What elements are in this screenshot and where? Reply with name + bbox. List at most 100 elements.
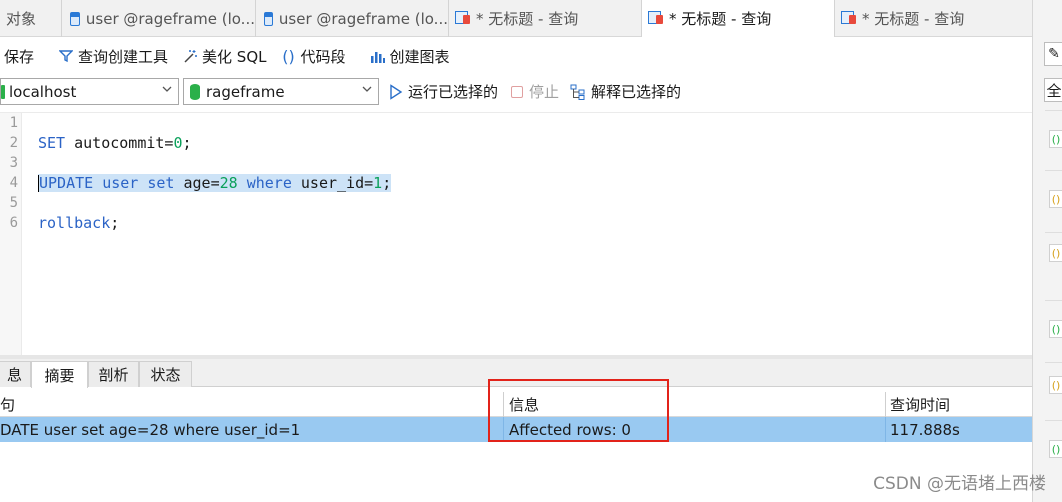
column-header-query[interactable]: 句 [0, 392, 500, 417]
right-side-panel: ✎ 全 () () () () () () [1032, 0, 1062, 502]
beautify-sql-button[interactable]: 美化 SQL [182, 42, 267, 70]
database-value: rageframe [206, 82, 285, 101]
chevron-down-icon [162, 86, 172, 92]
grid-header-row: 句 信息 查询时间 [0, 392, 1032, 417]
snippet-icon[interactable]: () [1049, 376, 1062, 394]
column-divider [885, 417, 886, 442]
separator [1045, 420, 1062, 421]
play-icon [390, 83, 403, 100]
code-line-4-selected: UPDATE user set age=28 where user_id=1; [38, 174, 392, 192]
tab-untitled-query-3[interactable]: * 无标题 - 查询 [835, 0, 1032, 37]
sql-number: 1 [373, 174, 383, 192]
query-icon [648, 11, 663, 26]
cell-value: DATE user set age=28 where user_id=1 [0, 420, 301, 439]
line-number: 6 [9, 215, 18, 231]
column-divider [885, 392, 886, 417]
tab-profile[interactable]: 剖析 [88, 361, 139, 387]
sql-editor[interactable]: 1 2 3 4 5 6 SET autocommit=0; UPDATE use… [0, 112, 1032, 356]
save-button[interactable]: 保存 [4, 42, 34, 70]
database-select[interactable]: rageframe [183, 78, 379, 105]
sql-text: ; [110, 214, 120, 232]
tab-untitled-query-active[interactable]: * 无标题 - 查询 [642, 0, 835, 37]
select-all-button[interactable]: 全 [1044, 78, 1062, 102]
run-selected-button[interactable]: 运行已选择的 [389, 81, 498, 102]
sql-number: 0 [173, 134, 183, 152]
explain-selected-label: 解释已选择的 [591, 83, 682, 101]
line-number-gutter: 1 2 3 4 5 6 [0, 113, 22, 356]
magic-wand-icon [182, 48, 198, 64]
sql-keyword: SET [38, 134, 66, 152]
stop-button[interactable]: 停止 [511, 81, 559, 102]
cell-query-time[interactable]: 117.888s [890, 417, 1030, 442]
table-icon [70, 11, 80, 26]
tab-message[interactable]: 息 [0, 361, 31, 387]
column-header-time[interactable]: 查询时间 [890, 392, 1030, 417]
stop-label: 停止 [529, 83, 560, 101]
tab-status[interactable]: 状态 [139, 361, 192, 387]
create-chart-button[interactable]: 创建图表 [370, 42, 450, 70]
column-divider [503, 392, 504, 417]
select-all-label: 全 [1046, 81, 1062, 100]
save-label: 保存 [4, 47, 35, 66]
cell-value: Affected rows: 0 [509, 420, 631, 439]
tab-user-table-1[interactable]: user @rageframe (lo... [62, 0, 256, 37]
edit-icon[interactable]: ✎ [1044, 42, 1062, 66]
line-number: 2 [9, 135, 18, 151]
tab-label: * 无标题 - 查询 [476, 10, 579, 28]
bar-chart-icon [370, 48, 386, 64]
snippet-icon[interactable]: () [1049, 320, 1062, 338]
code-snippet-button[interactable]: () 代码段 [281, 42, 345, 70]
query-icon [841, 11, 856, 26]
tab-label: 剖析 [98, 366, 129, 384]
snippet-icon[interactable]: () [1049, 130, 1062, 148]
tab-label: 息 [6, 366, 22, 384]
tab-user-table-2[interactable]: user @rageframe (lo... [256, 0, 449, 37]
cell-info[interactable]: Affected rows: 0 [509, 417, 879, 442]
tab-label: * 无标题 - 查询 [669, 10, 772, 28]
line-number: 5 [9, 195, 18, 211]
tab-label: user @rageframe (lo... [85, 9, 255, 28]
code-line-6: rollback; [38, 214, 119, 232]
explain-selected-button[interactable]: 解释已选择的 [570, 81, 681, 102]
query-icon [455, 11, 470, 26]
connection-row: localhost rageframe 运行已选择的 停止 解释已选择的 [0, 75, 1032, 110]
snippet-icon[interactable]: () [1049, 440, 1062, 458]
tab-untitled-query-1[interactable]: * 无标题 - 查询 [449, 0, 642, 37]
separator [1045, 300, 1062, 301]
line-number: 3 [9, 155, 18, 171]
header-label: 信息 [509, 396, 540, 414]
sql-number: 28 [219, 174, 238, 192]
server-select[interactable]: localhost [0, 78, 179, 105]
query-builder-icon [58, 48, 74, 64]
snippet-icon[interactable]: () [1049, 190, 1062, 208]
sql-keyword: where [246, 174, 292, 192]
result-tab-bar: 息 摘要 剖析 状态 [0, 359, 1032, 388]
chart-label: 创建图表 [389, 47, 450, 66]
query-builder-button[interactable]: 查询创建工具 [58, 42, 168, 70]
tab-summary[interactable]: 摘要 [31, 361, 88, 388]
snippet-icon[interactable]: () [1049, 244, 1062, 262]
column-header-info[interactable]: 信息 [509, 392, 879, 417]
sql-keyword: UPDATE [39, 174, 94, 192]
tab-objects[interactable]: 对象 [0, 0, 62, 37]
sql-keyword: set [147, 174, 175, 192]
table-row[interactable]: DATE user set age=28 where user_id=1 Aff… [0, 417, 1032, 442]
header-label: 查询时间 [890, 396, 951, 414]
cell-query[interactable]: DATE user set age=28 where user_id=1 [0, 417, 500, 442]
chevron-down-icon [362, 86, 372, 92]
beautify-label: 美化 SQL [202, 47, 267, 66]
sql-keyword: rollback [38, 214, 111, 232]
query-builder-label: 查询创建工具 [78, 47, 169, 66]
sql-text: autocommit= [65, 134, 174, 152]
separator [1045, 232, 1062, 233]
sql-text: ; [182, 134, 192, 152]
database-icon [190, 83, 200, 100]
cell-value: 117.888s [890, 420, 960, 439]
explain-tree-icon [570, 84, 585, 100]
tab-label: 状态 [150, 366, 181, 384]
sql-text: age= [174, 174, 220, 192]
line-number: 4 [9, 175, 18, 191]
tab-label: * 无标题 - 查询 [862, 10, 965, 28]
